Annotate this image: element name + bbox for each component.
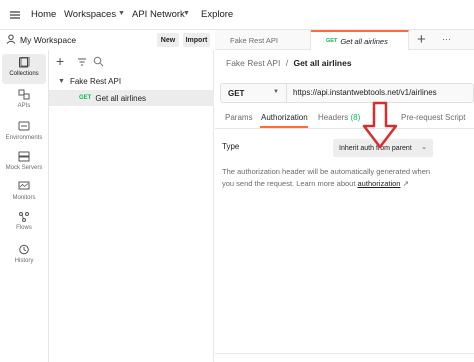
tab-get-all-airlines[interactable]: GET Get all airlines	[311, 30, 409, 50]
method-chevron-down-icon: ▼	[273, 89, 279, 95]
url-input[interactable]: https://api.instantwebtools.net/v1/airli…	[293, 88, 437, 97]
method-badge: GET	[79, 95, 92, 101]
menu-icon[interactable]	[8, 8, 22, 22]
tab-label: Fake Rest API	[230, 35, 278, 45]
rail-apis[interactable]: APIs	[2, 89, 46, 115]
url-bar: GET ▼ https://api.instantwebtools.net/v1…	[220, 83, 474, 103]
chevron-down-icon: ⌄	[421, 144, 427, 151]
request-tabs: Fake Rest API GET Get all airlines + ···	[215, 30, 474, 50]
api-network-chevron-down-icon[interactable]: ▼	[183, 10, 190, 17]
type-label: Type	[222, 142, 240, 151]
new-tab-plus-icon[interactable]: +	[417, 31, 426, 48]
breadcrumb-current: Get all airlines	[293, 58, 352, 68]
rail-mock-servers[interactable]: Mock Servers	[2, 151, 46, 177]
bottom-divider	[215, 353, 474, 354]
filter-icon[interactable]	[77, 57, 87, 67]
nav-workspaces[interactable]: Workspaces	[64, 9, 116, 20]
subtab-authorization[interactable]: Authorization	[261, 113, 308, 122]
external-link-icon: ↗	[402, 179, 409, 188]
collection-row-fake-rest-api[interactable]: ▼ Fake Rest API	[49, 73, 214, 89]
request-row-get-all-airlines[interactable]: GET Get all airlines	[49, 90, 214, 106]
tab-label: Get all airlines	[340, 36, 388, 46]
rail-flows[interactable]: Flows	[2, 211, 46, 237]
nav-home[interactable]: Home	[31, 9, 56, 20]
environments-icon	[18, 121, 30, 131]
headers-count: (8)	[350, 113, 361, 122]
rail-history[interactable]: History	[2, 244, 46, 270]
subtab-divider	[215, 128, 474, 129]
workspace-title[interactable]: My Workspace	[20, 35, 76, 45]
method-select[interactable]: GET ▼	[221, 84, 287, 102]
import-button[interactable]: Import	[183, 33, 210, 47]
user-icon	[6, 34, 16, 44]
history-icon	[19, 244, 29, 255]
nav-explore[interactable]: Explore	[201, 9, 233, 20]
subtab-prerequest-script[interactable]: Pre-request Script	[401, 113, 465, 122]
top-bar: Home Workspaces ▼ API Network ▼ Explore	[0, 0, 474, 30]
subtab-headers[interactable]: Headers (8)	[318, 113, 360, 122]
collection-label: Fake Rest API	[69, 76, 122, 86]
rail-monitors[interactable]: Monitors	[2, 181, 46, 207]
tab-fake-rest-api[interactable]: Fake Rest API	[215, 30, 311, 50]
search-icon[interactable]	[93, 56, 104, 67]
collections-icon	[19, 57, 30, 68]
annotation-arrow-icon	[362, 101, 398, 149]
collections-sidebar: + ▼ Fake Rest API GET Get all airlines	[49, 50, 214, 362]
flows-icon	[19, 212, 29, 222]
add-collection-plus-icon[interactable]: +	[56, 53, 64, 69]
monitors-icon	[18, 181, 30, 190]
nav-api-network[interactable]: API Network	[132, 9, 185, 20]
workspaces-chevron-down-icon[interactable]: ▼	[118, 10, 125, 17]
chevron-down-icon[interactable]: ▼	[58, 78, 65, 85]
mock-servers-icon	[18, 151, 30, 162]
subtab-headers-label: Headers	[318, 113, 349, 122]
rail-collections[interactable]: Collections	[2, 54, 46, 84]
auth-description-line2: you send the request. Learn more about	[222, 179, 356, 188]
tab-method-badge: GET	[326, 38, 338, 44]
left-rail: Collections APIs Environments Mock Serve…	[0, 50, 49, 362]
subtab-params[interactable]: Params	[225, 113, 253, 122]
tabs-overflow-icon[interactable]: ···	[442, 34, 451, 44]
rail-environments[interactable]: Environments	[2, 121, 46, 147]
request-label: Get all airlines	[95, 93, 147, 103]
breadcrumb: Fake Rest API / Get all airlines	[226, 58, 352, 68]
breadcrumb-parent[interactable]: Fake Rest API	[226, 58, 280, 68]
auth-description-line1: The authorization header will be automat…	[222, 167, 431, 176]
method-value: GET	[228, 88, 245, 98]
new-button[interactable]: New	[157, 33, 179, 47]
apis-icon	[18, 89, 30, 100]
auth-description: The authorization header will be automat…	[222, 166, 432, 190]
authorization-link[interactable]: authorization	[358, 179, 401, 188]
breadcrumb-separator: /	[285, 58, 289, 68]
